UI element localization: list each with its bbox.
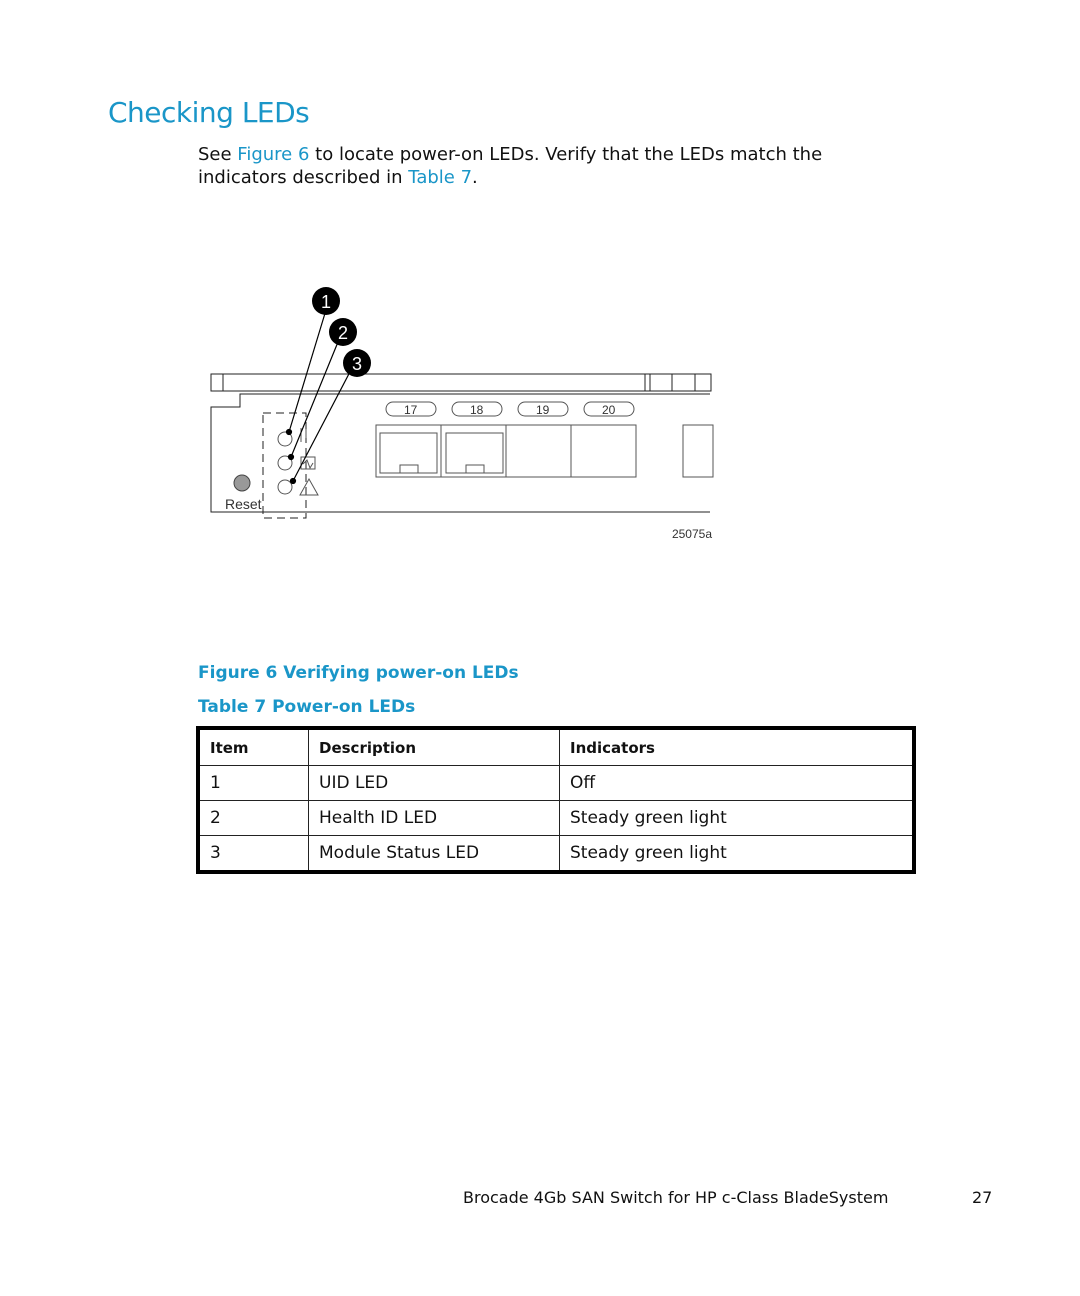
sfp-port-17 xyxy=(379,432,438,474)
power-on-leds-table: Item Description Indicators 1 UID LED Of… xyxy=(196,726,916,874)
switch-top-rail xyxy=(210,373,712,392)
svg-text:2: 2 xyxy=(338,323,348,343)
reset-label: Reset xyxy=(225,496,262,512)
leds xyxy=(277,428,319,496)
table-header-row: Item Description Indicators xyxy=(197,727,915,766)
cell-item: 3 xyxy=(197,835,309,873)
cell-description: Health ID LED xyxy=(308,800,560,836)
switch-led-diagram: Reset 17 18 19 20 1 2 3 25075a xyxy=(210,287,714,541)
cell-description: UID LED xyxy=(308,765,560,801)
port-label: 20 xyxy=(602,403,616,417)
port-label: 19 xyxy=(536,403,550,417)
table-row: 1 UID LED Off xyxy=(197,765,915,801)
table-caption: Table 7 Power-on LEDs xyxy=(198,697,416,717)
figure-link[interactable]: Figure 6 xyxy=(237,144,309,165)
sfp-port-18 xyxy=(445,432,504,474)
cell-description: Module Status LED xyxy=(308,835,560,873)
figure-caption: Figure 6 Verifying power-on LEDs xyxy=(198,663,519,683)
reset-button: Reset xyxy=(225,474,262,512)
led-group-box xyxy=(262,412,307,519)
cell-indicators: Steady green light xyxy=(559,835,915,873)
intro-paragraph: See Figure 6 to locate power-on LEDs. Ve… xyxy=(198,143,898,189)
cell-item: 1 xyxy=(197,765,309,801)
cell-indicators: Off xyxy=(559,765,915,801)
header-indicators: Indicators xyxy=(559,727,915,766)
svg-text:1: 1 xyxy=(321,292,331,312)
table-row: 3 Module Status LED Steady green light xyxy=(197,835,915,873)
status-led-icon xyxy=(277,479,293,495)
callouts: 1 2 3 xyxy=(312,287,371,377)
port-label: 18 xyxy=(470,403,484,417)
table-row: 2 Health ID LED Steady green light xyxy=(197,800,915,836)
page-number: 27 xyxy=(972,1188,993,1207)
cell-indicators: Steady green light xyxy=(559,800,915,836)
intro-text: See xyxy=(198,144,238,165)
intro-text: . xyxy=(472,167,478,188)
warning-icon xyxy=(299,477,319,496)
port-label: 17 xyxy=(404,403,418,417)
header-description: Description xyxy=(308,727,560,766)
header-item: Item xyxy=(197,727,309,766)
table-link[interactable]: Table 7 xyxy=(408,167,472,188)
page-title: Checking LEDs xyxy=(108,96,310,129)
figure-id: 25075a xyxy=(672,527,712,541)
footer-doc-title: Brocade 4Gb SAN Switch for HP c-Class Bl… xyxy=(463,1188,889,1207)
cell-item: 2 xyxy=(197,800,309,836)
svg-text:3: 3 xyxy=(352,354,362,374)
